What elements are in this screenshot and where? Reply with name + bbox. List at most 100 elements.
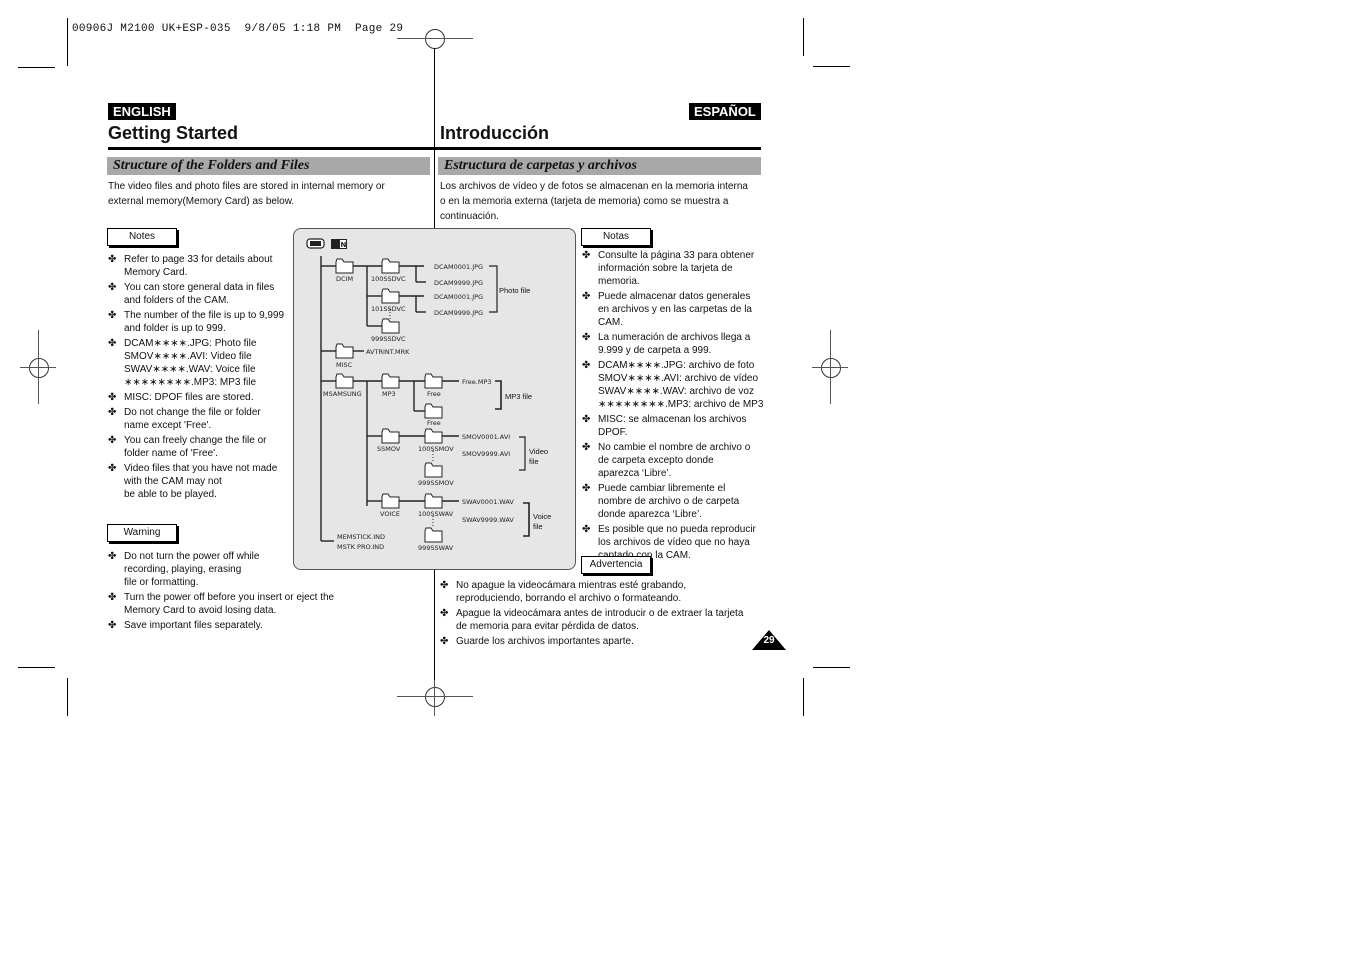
list-item-line: en archivos y en las carpetas de la [598,303,764,316]
folder-icon [336,259,353,273]
folder-icon [382,289,399,303]
folder-icon [382,374,399,388]
list-item: ✤Refer to page 33 for details aboutMemor… [108,253,298,279]
list-item-line: MISC: DPOF files are stored. [124,391,298,404]
list-item-line: Video files that you have not made [124,462,298,475]
bullet-icon: ✤ [108,462,116,475]
list-item: ✤MISC: se almacenan los archivosDPOF. [582,413,764,439]
section-heading-english: Structure of the Folders and Files [107,157,430,175]
list-item-line: los archivos de vídeo que no haya [598,536,764,549]
file-label: SMOV9999.AVI [462,450,510,458]
list-item-line: You can freely change the file or [124,434,298,447]
list-item-line: Consulte la página 33 para obtener [598,249,764,262]
crop-mark [67,678,68,716]
folder-icon [382,259,399,273]
list-item-line: DPOF. [598,426,764,439]
bullet-icon: ✤ [108,281,116,294]
list-item: ✤Turn the power off before you insert or… [108,591,368,617]
list-item-line: Save important files separately. [124,619,368,632]
list-item-line: No cambie el nombre de archivo o [598,441,764,454]
spanish-tag: ESPAÑOL [689,103,761,120]
group-label-voice: file [533,522,543,531]
bullet-icon: ✤ [108,309,116,322]
folder-label: VOICE [380,510,400,518]
list-item-line: name except 'Free'. [124,419,298,432]
intro-line: Los archivos de vídeo y de fotos se alma… [440,179,765,194]
notes-list-english: ✤Refer to page 33 for details aboutMemor… [108,253,298,503]
intro-spanish: Los archivos de vídeo y de fotos se alma… [440,179,765,224]
list-item: ✤No cambie el nombre de archivo ode carp… [582,441,764,480]
file-label: Free.MP3 [462,378,492,386]
registration-line [38,330,39,404]
bullet-icon: ✤ [582,290,590,303]
list-item-line: SWAV∗∗∗∗.WAV: archivo de voz [598,385,764,398]
warning-label-english: Warning [107,524,177,542]
bullet-icon: ✤ [440,607,448,620]
bullet-icon: ✤ [108,434,116,447]
list-item: ✤ Save important files separately. [108,619,368,632]
list-item: ✤ You can store general data in filesand … [108,281,298,307]
list-item-line: Guarde los archivos importantes aparte. [456,635,770,648]
list-item-line: 9.999 y de carpeta a 999. [598,344,764,357]
intro-line: continuación. [440,209,765,224]
bullet-icon: ✤ [108,550,116,563]
list-item-line: SMOV∗∗∗∗.AVI: archivo de vídeo [598,372,764,385]
file-label: DCAM9999.JPG [434,279,483,287]
bullet-icon: ✤ [582,331,590,344]
registration-line [397,38,473,39]
list-item: ✤Do not change the file or foldername ex… [108,406,298,432]
file-label: SWAV9999.WAV [462,516,514,524]
list-item-line: ∗∗∗∗∗∗∗∗.MP3: MP3 file [124,376,298,389]
section-heading-spanish: Estructura de carpetas y archivos [438,157,761,175]
folder-label: Free [427,390,441,398]
list-item-line: be able to be played. [124,488,298,501]
list-item-line: with the CAM may not [124,475,298,488]
file-label: AVTRINT.MRK [366,348,410,356]
bullet-icon: ✤ [582,249,590,262]
registration-mark-icon [29,358,49,378]
english-tag: ENGLISH [108,103,176,120]
warning-list-spanish: ✤No apague la videocámara mientras esté … [440,579,770,650]
folder-label: 100SSDVC [371,275,406,283]
list-item-line: file or formatting. [124,576,368,589]
list-item-line: de memoria para evitar pérdida de datos. [456,620,770,633]
list-item: ✤Consulte la página 33 para obtenerinfor… [582,249,764,288]
list-item-line: Memory Card to avoid losing data. [124,604,368,617]
list-item: ✤ La numeración de archivos llega a9.999 … [582,331,764,357]
list-item-line: CAM. [598,316,764,329]
title-rule [108,147,434,150]
folder-icon [425,528,442,542]
list-item: ✤DCAM∗∗∗∗.JPG: archivo de fotoSMOV∗∗∗∗.A… [582,359,764,411]
list-item-line: aparezca ‘Libre’. [598,467,764,480]
file-label: SWAV0001.WAV [462,498,514,506]
list-item-line: SMOV∗∗∗∗.AVI: Video file [124,350,298,363]
bullet-icon: ✤ [108,619,116,632]
file-label: DCAM0001.JPG [434,293,483,301]
notes-label-english: Notes [107,228,177,246]
folder-label: 999SSMOV [418,479,454,487]
list-item-line: The number of the file is up to 9,999 [124,309,298,322]
warning-label-spanish: Advertencia [581,556,651,574]
bullet-icon: ✤ [108,337,116,350]
folder-label: Free [427,419,441,427]
folder-label: MSAMSUNG [323,390,362,398]
list-item-line: La numeración de archivos llega a [598,331,764,344]
intro-line: external memory(Memory Card) as below. [108,194,428,209]
folder-label: SSMOV [377,445,401,453]
folder-icon [425,374,442,388]
list-item-line: and folders of the CAM. [124,294,298,307]
bullet-icon: ✤ [440,579,448,592]
folder-label: MISC [336,361,353,369]
intro-line: o en la memoria externa (tarjeta de memo… [440,194,765,209]
folder-label: 100SSMOV [418,445,454,453]
list-item-line: Turn the power off before you insert or … [124,591,368,604]
bullet-icon: ✤ [108,406,116,419]
folder-label: 100SSWAV [418,510,454,518]
folder-icon [382,319,399,333]
crop-mark [803,18,804,56]
intro-line: The video files and photo files are stor… [108,179,428,194]
list-item-line: folder name of 'Free'. [124,447,298,460]
crop-mark [18,67,55,68]
list-item-line: You can store general data in files [124,281,298,294]
crop-mark [18,667,55,668]
